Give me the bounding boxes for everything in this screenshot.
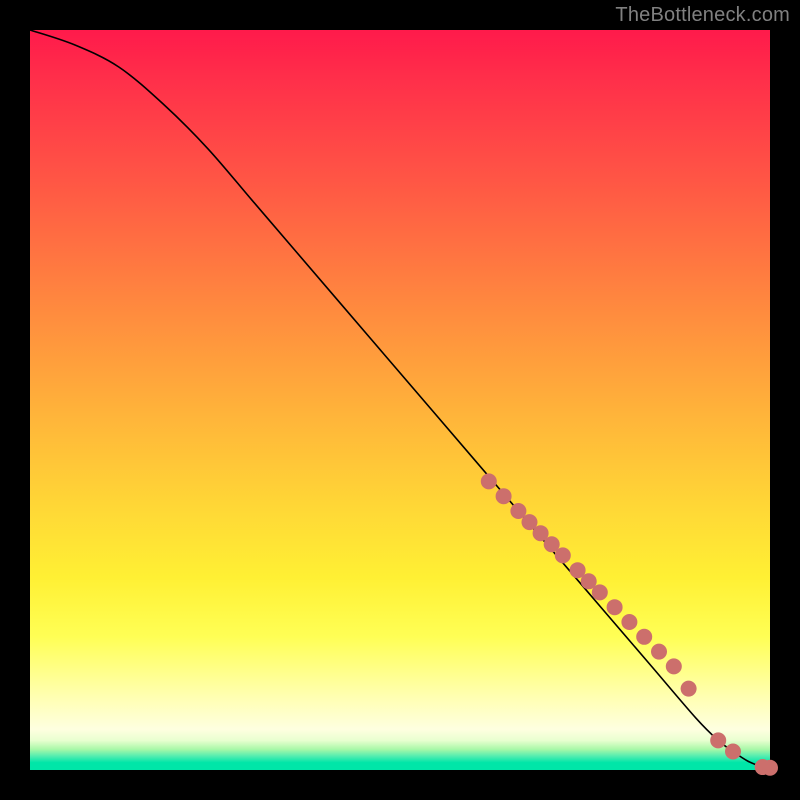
highlighted-point xyxy=(651,644,667,660)
highlighted-point xyxy=(762,760,778,776)
highlighted-point xyxy=(555,547,571,563)
attribution-text: TheBottleneck.com xyxy=(615,4,790,27)
chart-svg xyxy=(30,30,770,770)
highlighted-point xyxy=(496,488,512,504)
highlighted-points-group xyxy=(481,473,778,775)
highlighted-point xyxy=(481,473,497,489)
highlighted-point xyxy=(607,599,623,615)
highlighted-point xyxy=(592,584,608,600)
highlighted-point xyxy=(666,658,682,674)
chart-stage: TheBottleneck.com xyxy=(0,0,800,800)
plot-area xyxy=(30,30,770,770)
highlighted-point xyxy=(621,614,637,630)
highlighted-point xyxy=(636,629,652,645)
highlighted-point xyxy=(681,681,697,697)
highlighted-point xyxy=(710,732,726,748)
highlighted-point xyxy=(725,744,741,760)
